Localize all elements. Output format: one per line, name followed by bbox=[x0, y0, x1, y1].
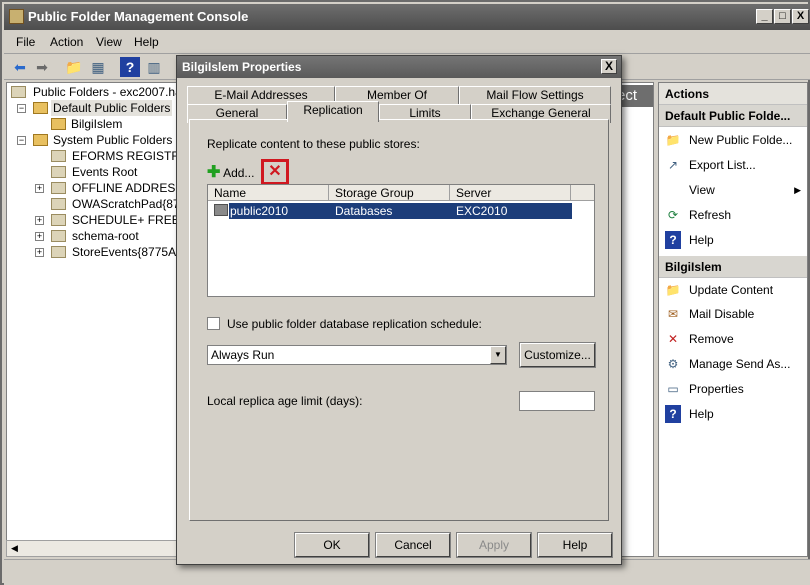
forward-icon[interactable]: ➡ bbox=[32, 57, 52, 77]
action-view[interactable]: View ▶ bbox=[665, 181, 801, 199]
help-button[interactable]: Help bbox=[537, 532, 613, 558]
column-header-server[interactable]: Server bbox=[450, 185, 571, 201]
help-icon: ? bbox=[665, 405, 681, 423]
expand-icon[interactable]: + bbox=[35, 184, 44, 193]
remove-store-button[interactable]: ✕ bbox=[261, 159, 289, 185]
action-remove[interactable]: ✕ Remove bbox=[665, 330, 734, 348]
collapse-icon[interactable]: − bbox=[17, 136, 26, 145]
replicate-label: Replicate content to these public stores… bbox=[207, 137, 420, 151]
new-folder-icon: 📁 bbox=[665, 133, 681, 147]
show-hide-action-pane-icon[interactable]: ▥ bbox=[144, 57, 164, 77]
folder-icon bbox=[51, 150, 66, 162]
menu-view[interactable]: View bbox=[96, 35, 122, 49]
up-folder-icon[interactable]: 📁 bbox=[64, 57, 84, 77]
chevron-down-icon[interactable]: ▼ bbox=[490, 346, 506, 364]
folder-icon bbox=[11, 86, 26, 98]
public-stores-list[interactable]: Name Storage Group Server public2010 Dat… bbox=[207, 184, 595, 297]
table-row[interactable]: public2010 Databases EXC2010 bbox=[229, 203, 572, 219]
properties-dialog: BilgiIslem Properties X E-Mail Addresses… bbox=[176, 55, 622, 565]
actions-section-bilgiislem: BilgiIslem bbox=[659, 256, 807, 278]
scroll-left-icon[interactable]: ◀ bbox=[11, 543, 18, 554]
column-header-name[interactable]: Name bbox=[208, 185, 329, 201]
help-icon: ? bbox=[665, 231, 681, 249]
apply-button[interactable]: Apply bbox=[456, 532, 532, 558]
tree-horizontal-scrollbar[interactable]: ◀ bbox=[6, 540, 182, 557]
manage-icon: ⚙ bbox=[667, 357, 679, 371]
add-button[interactable]: ✚ Add... bbox=[207, 164, 254, 182]
remove-icon: ✕ bbox=[667, 332, 679, 346]
actions-section-default: Default Public Folde... bbox=[659, 105, 807, 127]
update-icon: 📁 bbox=[665, 283, 681, 297]
replication-schedule-checkbox[interactable] bbox=[207, 317, 220, 330]
folder-icon bbox=[51, 118, 66, 130]
age-limit-input[interactable] bbox=[519, 391, 595, 411]
folder-icon bbox=[51, 230, 66, 242]
submenu-arrow-icon: ▶ bbox=[794, 185, 801, 195]
tab-mail-flow-settings[interactable]: Mail Flow Settings bbox=[459, 86, 611, 105]
close-button[interactable]: X bbox=[792, 9, 809, 24]
menu-action[interactable]: Action bbox=[50, 35, 83, 49]
tree-default-folders[interactable]: − Default Public Folders bbox=[17, 100, 181, 116]
folder-icon bbox=[33, 102, 48, 114]
app-icon bbox=[9, 9, 24, 24]
title-bar: Public Folder Management Console _ □ X bbox=[4, 4, 810, 30]
refresh-icon: ⟳ bbox=[667, 208, 679, 222]
folder-icon bbox=[51, 214, 66, 226]
action-help[interactable]: ? Help bbox=[665, 231, 714, 249]
column-header-storage-group[interactable]: Storage Group bbox=[329, 185, 450, 201]
action-refresh[interactable]: ⟳ Refresh bbox=[665, 206, 731, 224]
cancel-button[interactable]: Cancel bbox=[375, 532, 451, 558]
actions-pane: Actions Default Public Folde... 📁 New Pub… bbox=[658, 82, 808, 557]
action-manage-send-as[interactable]: ⚙ Manage Send As... bbox=[665, 355, 791, 373]
collapse-icon[interactable]: − bbox=[17, 104, 26, 113]
expand-icon[interactable]: + bbox=[35, 232, 44, 241]
minimize-button[interactable]: _ bbox=[756, 9, 773, 24]
customize-button[interactable]: Customize... bbox=[519, 342, 596, 368]
window-title: Public Folder Management Console bbox=[28, 9, 249, 24]
ok-button[interactable]: OK bbox=[294, 532, 370, 558]
folder-icon bbox=[51, 198, 66, 210]
schedule-dropdown[interactable]: Always Run ▼ bbox=[207, 345, 507, 365]
folder-icon bbox=[51, 166, 66, 178]
folder-tree: Public Folders - exc2007.hasa − Default … bbox=[6, 82, 182, 557]
delete-icon: ✕ bbox=[268, 163, 282, 180]
dialog-title-bar: BilgiIslem Properties X bbox=[177, 56, 621, 78]
action-mail-disable[interactable]: ✉ Mail Disable bbox=[665, 305, 754, 323]
help-toolbar-icon[interactable]: ? bbox=[120, 57, 140, 77]
menu-file[interactable]: File bbox=[16, 35, 35, 49]
folder-icon bbox=[51, 182, 66, 194]
dialog-title: BilgiIslem Properties bbox=[182, 60, 302, 74]
expand-icon[interactable]: + bbox=[35, 248, 44, 257]
action-update-content[interactable]: 📁 Update Content bbox=[665, 281, 774, 299]
database-icon bbox=[214, 204, 228, 216]
menu-bar: File Action View Help bbox=[4, 30, 810, 54]
properties-icon: ▭ bbox=[667, 382, 679, 396]
mail-disable-icon: ✉ bbox=[667, 307, 679, 321]
add-icon: ✚ bbox=[207, 164, 221, 181]
folder-icon bbox=[33, 134, 48, 146]
action-help-bilgiislem[interactable]: ? Help bbox=[665, 405, 714, 423]
actions-header: Actions bbox=[659, 83, 807, 105]
maximize-button[interactable]: □ bbox=[774, 9, 791, 24]
action-properties[interactable]: ▭ Properties bbox=[665, 380, 743, 398]
tab-replication[interactable]: Replication bbox=[287, 101, 379, 122]
action-export-list[interactable]: ↗ Export List... bbox=[665, 156, 756, 174]
replication-schedule-label: Use public folder database replication s… bbox=[227, 317, 482, 331]
column-header-blank bbox=[571, 185, 594, 201]
age-limit-label: Local replica age limit (days): bbox=[207, 394, 363, 408]
action-new-public-folder[interactable]: 📁 New Public Folde... bbox=[665, 131, 793, 149]
export-icon: ↗ bbox=[667, 158, 679, 172]
expand-icon[interactable]: + bbox=[35, 216, 44, 225]
menu-help[interactable]: Help bbox=[134, 35, 159, 49]
show-hide-tree-icon[interactable]: ▦ bbox=[88, 57, 108, 77]
folder-icon bbox=[51, 246, 66, 258]
back-icon[interactable]: ⬅ bbox=[10, 57, 30, 77]
dialog-close-button[interactable]: X bbox=[601, 59, 617, 74]
